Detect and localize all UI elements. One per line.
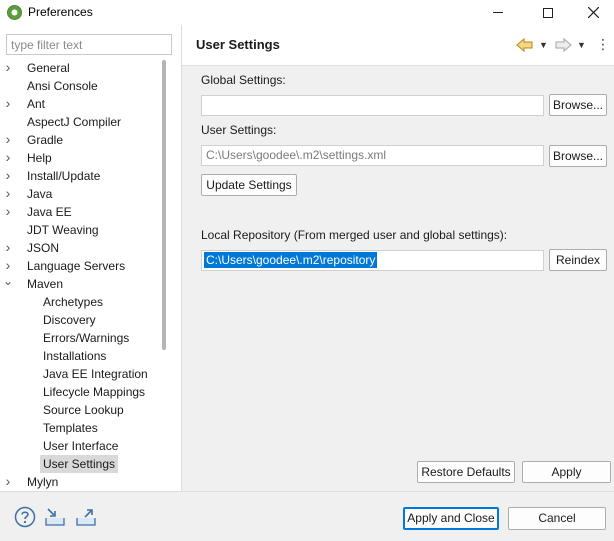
tree-item-label: Java — [27, 187, 53, 201]
user-browse-button[interactable]: Browse... — [549, 145, 607, 167]
header-separator — [182, 65, 614, 66]
preferences-tree: › General Ansi Console › Ant AspectJ Compiler… — [0, 59, 170, 491]
page-header: User Settings ▼ ▼ ⋮ — [182, 25, 614, 65]
user-settings-field[interactable]: C:\Users\goodee\.m2\settings.xml — [201, 145, 544, 166]
local-repository-value: C:\Users\goodee\.m2\repository — [204, 252, 378, 268]
back-arrow-icon[interactable] — [516, 37, 534, 53]
tree-item-label: Install/Update — [27, 169, 101, 183]
chevron-down-icon[interactable]: ⌄ — [2, 275, 14, 293]
chevron-right-icon[interactable]: › — [2, 473, 14, 491]
tree-item-label: Ant — [27, 97, 46, 111]
apply-and-close-button[interactable]: Apply and Close — [403, 507, 499, 530]
tree-scrollbar-thumb[interactable] — [162, 60, 166, 350]
chevron-right-icon[interactable]: › — [2, 95, 14, 113]
chevron-right-icon[interactable]: › — [2, 167, 14, 185]
chevron-right-icon[interactable]: › — [2, 59, 14, 77]
global-browse-button[interactable]: Browse... — [549, 94, 607, 116]
restore-defaults-button[interactable]: Restore Defaults — [417, 461, 515, 483]
tree-item-label: Gradle — [27, 133, 64, 147]
chevron-right-icon[interactable]: › — [2, 257, 14, 275]
user-settings-label: User Settings: — [201, 123, 277, 137]
close-icon — [587, 7, 599, 18]
forward-history-dropdown-icon[interactable]: ▼ — [577, 37, 587, 53]
chevron-right-icon[interactable]: › — [2, 149, 14, 167]
tree-item-label: JDT Weaving — [27, 223, 99, 237]
maximize-button[interactable] — [525, 0, 571, 25]
tree-item-label: Lifecycle Mappings — [43, 385, 146, 399]
tree-item-label: Mylyn — [27, 475, 59, 489]
close-button[interactable] — [570, 0, 614, 25]
window-title: Preferences — [28, 5, 93, 19]
title-bar: Preferences — [0, 0, 614, 25]
minimize-button[interactable] — [475, 0, 521, 25]
preference-page: User Settings ▼ ▼ ⋮ Global Settings: Bro… — [182, 25, 614, 491]
tree-item-label: Help — [27, 151, 52, 165]
page-title: User Settings — [196, 37, 280, 52]
filter-input[interactable] — [6, 34, 172, 55]
reindex-button[interactable]: Reindex — [549, 249, 607, 271]
spring-icon — [7, 5, 22, 20]
chevron-right-icon[interactable]: › — [2, 131, 14, 149]
tree-item-label: Source Lookup — [43, 403, 124, 417]
global-settings-field[interactable] — [201, 95, 544, 116]
export-icon[interactable] — [75, 506, 97, 528]
cancel-button[interactable]: Cancel — [508, 507, 606, 530]
local-repository-field[interactable]: C:\Users\goodee\.m2\repository — [201, 250, 544, 271]
global-settings-label: Global Settings: — [201, 73, 286, 87]
tree-item-label: Ansi Console — [27, 79, 98, 93]
forward-arrow-icon[interactable] — [554, 37, 572, 53]
tree-item-label: Language Servers — [27, 259, 126, 273]
tree-item-label: Archetypes — [43, 295, 104, 309]
dialog-button-bar: Apply and Close Cancel — [0, 491, 614, 541]
tree-item-label: Installations — [43, 349, 107, 363]
view-menu-icon[interactable]: ⋮ — [596, 37, 610, 53]
import-icon[interactable] — [44, 506, 66, 528]
apply-button[interactable]: Apply — [522, 461, 611, 483]
back-history-dropdown-icon[interactable]: ▼ — [539, 37, 549, 53]
preferences-nav-pane: › General Ansi Console › Ant AspectJ Compiler… — [0, 25, 181, 491]
tree-item-label: Discovery — [43, 313, 96, 327]
tree-item-label: General — [27, 61, 70, 75]
tree-item-label: AspectJ Compiler — [27, 115, 122, 129]
chevron-right-icon[interactable]: › — [2, 203, 14, 221]
tree-item-label: JSON — [27, 241, 60, 255]
chevron-right-icon[interactable]: › — [2, 239, 14, 257]
tree-item-label: Templates — [43, 421, 98, 435]
local-repository-label: Local Repository (From merged user and g… — [201, 228, 508, 242]
tree-item-label: Maven — [27, 277, 64, 291]
update-settings-button[interactable]: Update Settings — [201, 174, 297, 196]
chevron-right-icon[interactable]: › — [2, 185, 14, 203]
help-icon[interactable] — [14, 506, 36, 528]
tree-item-label: User Settings — [40, 455, 119, 473]
tree-item-label: Java EE Integration — [43, 367, 148, 381]
tree-item-label: Java EE — [27, 205, 72, 219]
tree-item-label: User Interface — [43, 439, 119, 453]
tree-item-label: Errors/Warnings — [43, 331, 130, 345]
